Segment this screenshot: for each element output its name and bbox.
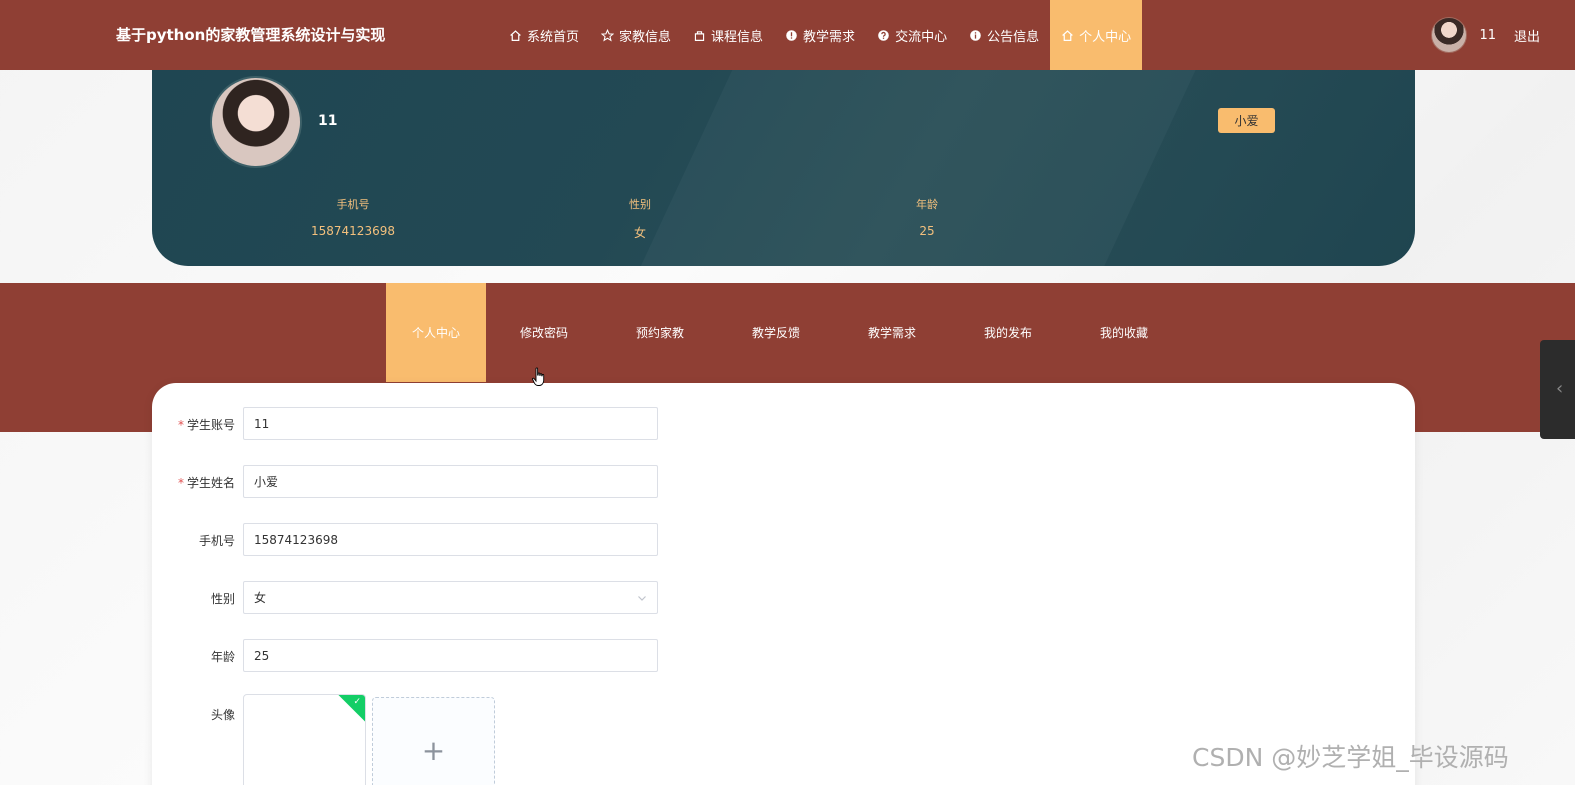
profile-avatar xyxy=(210,76,302,168)
stat-phone-label: 手机号 xyxy=(336,198,370,211)
hand-cursor-icon xyxy=(532,367,545,386)
home-icon xyxy=(1061,29,1074,42)
gender-select[interactable]: 女 xyxy=(243,581,658,614)
bag-icon xyxy=(693,29,706,42)
required-mark: * xyxy=(177,476,184,490)
profile-card: 11 小爱 手机号 15874123698 性别 女 年龄 25 xyxy=(152,60,1415,266)
phone-label: 手机号 xyxy=(198,534,235,548)
nav-personal-center-label: 个人中心 xyxy=(1079,29,1132,45)
tab-book-tutor[interactable]: 预约家教 xyxy=(602,283,718,382)
nav-home-label: 系统首页 xyxy=(527,29,580,45)
nav-course-info-label: 课程信息 xyxy=(711,29,764,45)
required-mark: * xyxy=(177,418,184,432)
form-row-avatar: 头像 ✓ + xyxy=(152,694,672,785)
username: 11 xyxy=(1479,27,1496,43)
account-label-text: 学生账号 xyxy=(186,418,235,432)
nav-tutor-info[interactable]: 家教信息 xyxy=(590,0,682,70)
phone-field[interactable]: 15874123698 xyxy=(243,523,658,556)
main-nav: 系统首页 家教信息 课程信息 教学需求 交流中心 公告信息 个人中心 xyxy=(498,0,1143,70)
form-row-account: * 学生账号 11 xyxy=(152,407,672,440)
profile-name: 11 xyxy=(318,113,338,129)
side-panel-toggle[interactable]: ‹ xyxy=(1540,340,1575,439)
stat-gender-value: 女 xyxy=(633,226,646,240)
logout-link[interactable]: 退出 xyxy=(1514,26,1540,45)
nav-teaching-demand-label: 教学需求 xyxy=(803,29,856,45)
nav-announcements[interactable]: 公告信息 xyxy=(958,0,1050,70)
gender-label: 性别 xyxy=(210,592,235,606)
check-icon: ✓ xyxy=(353,697,361,707)
tab-teaching-feedback[interactable]: 教学反馈 xyxy=(718,283,834,382)
name-label: * 学生姓名 xyxy=(152,474,235,491)
account-field[interactable]: 11 xyxy=(243,407,658,440)
nav-announcements-label: 公告信息 xyxy=(987,29,1040,45)
nav-forum-label: 交流中心 xyxy=(895,29,948,45)
avatar-label: 头像 xyxy=(210,708,235,722)
nav-course-info[interactable]: 课程信息 xyxy=(682,0,774,70)
form-row-name: * 学生姓名 小爱 xyxy=(152,465,672,498)
top-nav-bar: 基于python的家教管理系统设计与实现 系统首页 家教信息 课程信息 教学需求… xyxy=(0,0,1575,70)
stat-age-label: 年龄 xyxy=(916,198,938,211)
upload-success-corner xyxy=(337,695,365,722)
star-icon xyxy=(601,28,615,42)
role-badge: 小爱 xyxy=(1218,108,1275,133)
form-row-age: 年龄 25 xyxy=(152,639,672,672)
center-tabs: 个人中心 修改密码 预约家教 教学反馈 教学需求 我的发布 我的收藏 xyxy=(386,283,1182,382)
site-title: 基于python的家教管理系统设计与实现 xyxy=(116,26,386,44)
profile-form-card: * 学生账号 11 * 学生姓名 小爱 手机号 15874123698 性别 女 年… xyxy=(152,383,1415,785)
account-label: * 学生账号 xyxy=(152,416,235,433)
nav-home[interactable]: 系统首页 xyxy=(498,0,590,70)
stat-phone-value: 15874123698 xyxy=(311,224,395,238)
avatar-uploaded-thumbnail[interactable]: ✓ xyxy=(243,694,366,785)
tab-personal-center[interactable]: 个人中心 xyxy=(386,283,486,382)
chevron-left-icon: ‹ xyxy=(1556,378,1564,399)
name-field[interactable]: 小爱 xyxy=(243,465,658,498)
nav-forum[interactable]: 交流中心 xyxy=(866,0,958,70)
avatar[interactable] xyxy=(1431,17,1468,53)
form-row-phone: 手机号 15874123698 xyxy=(152,523,672,556)
tab-my-posts[interactable]: 我的发布 xyxy=(950,283,1066,382)
watermark: CSDN @妙芝学姐_毕设源码 xyxy=(1192,743,1509,772)
stat-age-value: 25 xyxy=(919,224,935,238)
question-icon xyxy=(877,29,890,42)
info-icon xyxy=(785,29,798,42)
form-row-gender: 性别 女 xyxy=(152,581,672,614)
stat-phone: 手机号 15874123698 xyxy=(293,196,413,238)
stat-gender: 性别 女 xyxy=(580,196,700,241)
avatar-upload-button[interactable]: + xyxy=(372,697,495,785)
info-icon xyxy=(969,29,982,42)
age-field[interactable]: 25 xyxy=(243,639,658,672)
stat-age: 年龄 25 xyxy=(867,196,987,238)
tab-my-favorites[interactable]: 我的收藏 xyxy=(1066,283,1182,382)
stat-gender-label: 性别 xyxy=(629,198,651,211)
tab-teaching-demand[interactable]: 教学需求 xyxy=(834,283,950,382)
nav-personal-center[interactable]: 个人中心 xyxy=(1050,0,1143,70)
nav-tutor-info-label: 家教信息 xyxy=(619,29,672,45)
name-label-text: 学生姓名 xyxy=(186,476,235,490)
home-icon xyxy=(509,29,522,42)
nav-teaching-demand[interactable]: 教学需求 xyxy=(774,0,866,70)
user-area: 11 退出 xyxy=(1431,0,1575,70)
gender-select-value: 女 xyxy=(254,591,267,605)
age-label: 年龄 xyxy=(210,650,235,664)
chevron-down-icon xyxy=(638,596,646,601)
